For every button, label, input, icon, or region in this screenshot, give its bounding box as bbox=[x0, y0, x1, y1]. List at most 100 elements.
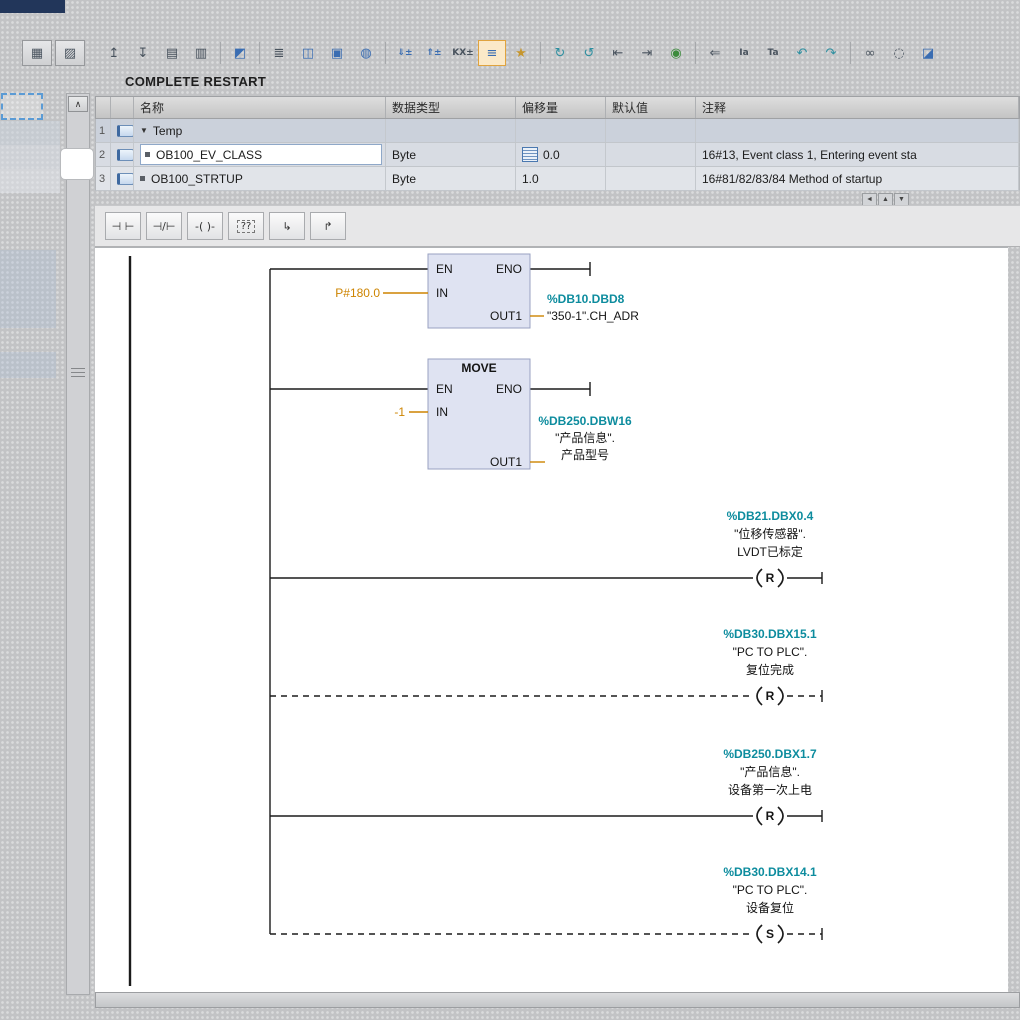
monitor-time-icon[interactable]: Ta bbox=[759, 40, 787, 66]
offset-cell[interactable]: 0.0 bbox=[516, 143, 606, 166]
name-edit-field[interactable]: OB100_EV_CLASS bbox=[140, 144, 382, 165]
splitter-grip-icon[interactable] bbox=[71, 368, 85, 379]
keep-actual-values-icon[interactable]: ◩ bbox=[226, 40, 254, 66]
default-cell[interactable] bbox=[606, 143, 696, 166]
splitter-handle[interactable] bbox=[60, 148, 94, 180]
window-layout-icon[interactable]: ▣ bbox=[323, 40, 351, 66]
constant-value[interactable]: P#180.0 bbox=[335, 286, 380, 300]
table-row[interactable]: 3 OB100_STRTUP Byte 1.0 16#81/82/83/84 M… bbox=[95, 167, 1020, 191]
coil-icon[interactable]: -( )- bbox=[187, 212, 223, 240]
modify-operand-icon[interactable]: ⇐ bbox=[701, 40, 729, 66]
bullet-icon bbox=[145, 152, 150, 157]
monitoring-icon[interactable]: ◉ bbox=[662, 40, 690, 66]
coil-rung[interactable]: R %DB21.DBX0.4 "位移传感器". LVDT已标定 bbox=[270, 509, 823, 588]
open-branch-icon[interactable]: ↳ bbox=[269, 212, 305, 240]
comment-cell[interactable]: 16#81/82/83/84 Method of startup bbox=[696, 167, 1019, 190]
col-default[interactable]: 默认值 bbox=[606, 97, 696, 118]
operand-name[interactable]: 设备第一次上电 bbox=[728, 783, 812, 797]
favorites-icon[interactable]: ★ bbox=[507, 40, 535, 66]
consistency-check-icon[interactable]: ◌ bbox=[885, 40, 913, 66]
comment-cell[interactable] bbox=[696, 119, 1019, 142]
close-branch-icon[interactable]: ↱ bbox=[310, 212, 346, 240]
operand-address[interactable]: %DB250.DBW16 bbox=[538, 414, 632, 428]
operand-name[interactable]: "350-1".CH_ADR bbox=[547, 309, 639, 323]
symbolic-access-icon[interactable]: KX± bbox=[449, 40, 477, 66]
collapse-panel-icon[interactable]: ∧ bbox=[68, 96, 88, 112]
coil-rung[interactable]: R %DB250.DBX1.7 "产品信息". 设备第一次上电 bbox=[270, 747, 823, 826]
go-online-icon[interactable]: ↻ bbox=[546, 40, 574, 66]
datatype-cell[interactable]: Byte bbox=[386, 167, 516, 190]
operand-name[interactable]: 复位完成 bbox=[746, 662, 794, 677]
data-block-icon[interactable]: ◪ bbox=[914, 40, 942, 66]
col-comment[interactable]: 注释 bbox=[696, 97, 1019, 118]
network-comments-icon[interactable]: ≡ bbox=[478, 40, 506, 66]
contact-nc-icon[interactable]: ⊣/⊢ bbox=[146, 212, 182, 240]
insert-row-icon[interactable]: ↥ bbox=[100, 40, 128, 66]
split-editor-icon[interactable]: ◫ bbox=[294, 40, 322, 66]
datatype-cell[interactable] bbox=[386, 119, 516, 142]
table-view-icon[interactable]: ▦ bbox=[22, 40, 52, 66]
operand-name[interactable]: "位移传感器". bbox=[734, 526, 806, 541]
jump-previous-icon[interactable]: ⇤ bbox=[604, 40, 632, 66]
col-name[interactable]: 名称 bbox=[134, 97, 386, 118]
operand-name[interactable]: "PC TO PLC". bbox=[733, 883, 808, 897]
contact-no-icon[interactable]: ⊣ ⊢ bbox=[105, 212, 141, 240]
operand-address[interactable]: %DB30.DBX15.1 bbox=[723, 627, 817, 641]
move-block[interactable]: MOVE EN ENO IN OUT1 bbox=[427, 358, 531, 470]
go-offline-icon[interactable]: ↺ bbox=[575, 40, 603, 66]
splitter-strip: ∧ bbox=[66, 93, 90, 995]
function-block[interactable]: EN ENO IN OUT1 bbox=[427, 253, 531, 329]
expander-icon[interactable]: ▼ bbox=[140, 126, 148, 135]
collapse-networks-icon[interactable]: ⇑± bbox=[420, 40, 448, 66]
constant-value[interactable]: -1 bbox=[394, 405, 405, 419]
operand-address[interactable]: %DB250.DBX1.7 bbox=[723, 747, 817, 761]
col-datatype[interactable]: 数据类型 bbox=[386, 97, 516, 118]
datatype-cell[interactable]: Byte bbox=[386, 143, 516, 166]
row-number: 1 bbox=[96, 119, 111, 142]
operand-address[interactable]: %DB21.DBX0.4 bbox=[727, 509, 814, 523]
col-offset[interactable]: 偏移量 bbox=[516, 97, 606, 118]
empty-box-icon[interactable]: ?? bbox=[228, 212, 264, 240]
monitor-input-icon[interactable]: Ia bbox=[730, 40, 758, 66]
horizontal-scrollbar[interactable] bbox=[95, 992, 1020, 1008]
expand-networks-icon[interactable]: ⇓± bbox=[391, 40, 419, 66]
operand-address[interactable]: %DB10.DBD8 bbox=[547, 292, 625, 306]
jump-next-icon[interactable]: ⇥ bbox=[633, 40, 661, 66]
name-cell[interactable]: OB100_EV_CLASS bbox=[134, 143, 386, 166]
coil-rung[interactable]: S %DB30.DBX14.1 "PC TO PLC". 设备复位 bbox=[270, 865, 823, 944]
operand-name[interactable]: "PC TO PLC". bbox=[733, 645, 808, 659]
operand-name[interactable]: "产品信息". bbox=[555, 430, 615, 445]
operand-name[interactable]: 产品型号 bbox=[561, 448, 609, 462]
editor-view-buttons: ▦ ▨ bbox=[22, 40, 85, 66]
col-rownum bbox=[96, 97, 111, 118]
name-cell[interactable]: ▼ Temp bbox=[134, 119, 386, 142]
operand-name[interactable]: 设备复位 bbox=[746, 900, 794, 915]
operand-name[interactable]: LVDT已标定 bbox=[737, 544, 803, 559]
table-header: 名称 数据类型 偏移量 默认值 注释 bbox=[95, 96, 1020, 119]
form-view-icon[interactable]: ▨ bbox=[55, 40, 85, 66]
cross-reference-icon[interactable]: ∞ bbox=[856, 40, 884, 66]
row-number: 3 bbox=[96, 167, 111, 190]
table-row[interactable]: 2 OB100_EV_CLASS Byte 0.0 16#13, Event c… bbox=[95, 143, 1020, 167]
operand-name[interactable]: "产品信息". bbox=[740, 764, 800, 779]
comments-icon[interactable]: ◍ bbox=[352, 40, 380, 66]
coil-rung[interactable]: R %DB30.DBX15.1 "PC TO PLC". 复位完成 bbox=[270, 627, 823, 706]
default-cell[interactable] bbox=[606, 119, 696, 142]
open-parameters-icon[interactable]: ▤ bbox=[158, 40, 186, 66]
ladder-canvas[interactable]: EN ENO IN OUT1 P#180.0 %DB10.DBD8 "350-1… bbox=[95, 247, 1008, 993]
table-row[interactable]: 1 ▼ Temp bbox=[95, 119, 1020, 143]
detail-cell-icon[interactable] bbox=[522, 147, 538, 162]
default-cell[interactable] bbox=[606, 167, 696, 190]
offset-cell[interactable]: 1.0 bbox=[516, 167, 606, 190]
load-snapshot-icon[interactable]: ↶ bbox=[788, 40, 816, 66]
name-cell[interactable]: OB100_STRTUP bbox=[134, 167, 386, 190]
comment-cell[interactable]: 16#13, Event class 1, Entering event sta bbox=[696, 143, 1019, 166]
coil-letter: R bbox=[766, 689, 775, 703]
offset-cell[interactable] bbox=[516, 119, 606, 142]
expand-rows-icon[interactable]: ≣ bbox=[265, 40, 293, 66]
toolbar-separator bbox=[850, 42, 851, 64]
operand-address[interactable]: %DB30.DBX14.1 bbox=[723, 865, 817, 879]
apply-snapshot-icon[interactable]: ↷ bbox=[817, 40, 845, 66]
reset-values-icon[interactable]: ▥ bbox=[187, 40, 215, 66]
append-row-icon[interactable]: ↧ bbox=[129, 40, 157, 66]
